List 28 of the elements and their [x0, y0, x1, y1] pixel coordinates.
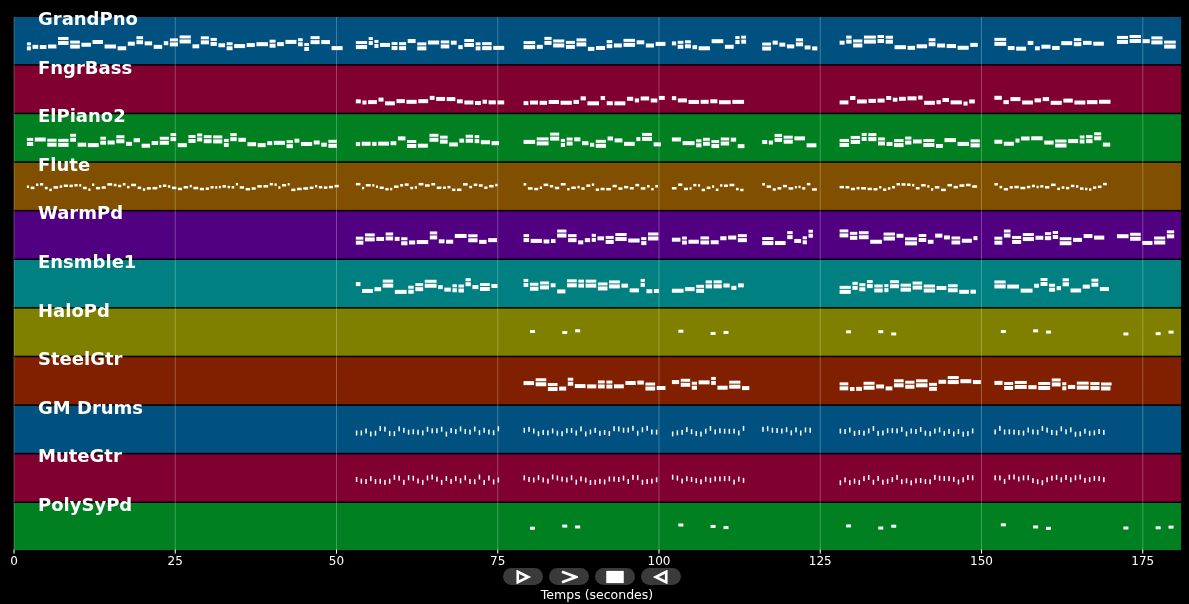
track-label: Flute [38, 153, 91, 175]
tick-label: 175 [1131, 553, 1155, 568]
tick-label: 100 [647, 553, 671, 568]
axis-title: Temps (secondes) [540, 587, 654, 602]
track-label: SteelGtr [38, 348, 123, 370]
play-button[interactable] [503, 568, 543, 585]
track-label: FngrBass [38, 56, 133, 78]
stop-button[interactable] [595, 568, 635, 585]
track-label: MuteGtr [38, 445, 122, 467]
tick-label: 150 [970, 553, 993, 568]
tick-label: 0 [10, 553, 18, 568]
track-label: GrandPno [38, 8, 138, 29]
track-label: PolySyPd [38, 494, 133, 515]
track-label: WarmPd [38, 202, 124, 224]
track-label: ElPiano2 [38, 105, 126, 127]
tick-label: 25 [167, 553, 183, 568]
next-button[interactable] [549, 568, 589, 585]
stop-icon [606, 569, 624, 584]
tick-label: 50 [328, 553, 345, 568]
tick-label: 75 [490, 553, 506, 568]
reverse-icon [652, 569, 670, 584]
track-label: HaloPd [38, 299, 110, 321]
track-label: GM Drums [38, 396, 144, 418]
track-label: Ensmble1 [38, 251, 137, 272]
chevron-icon [560, 569, 578, 584]
reverse-button[interactable] [641, 568, 681, 585]
play-icon [514, 569, 532, 584]
tick-label: 125 [808, 553, 832, 568]
